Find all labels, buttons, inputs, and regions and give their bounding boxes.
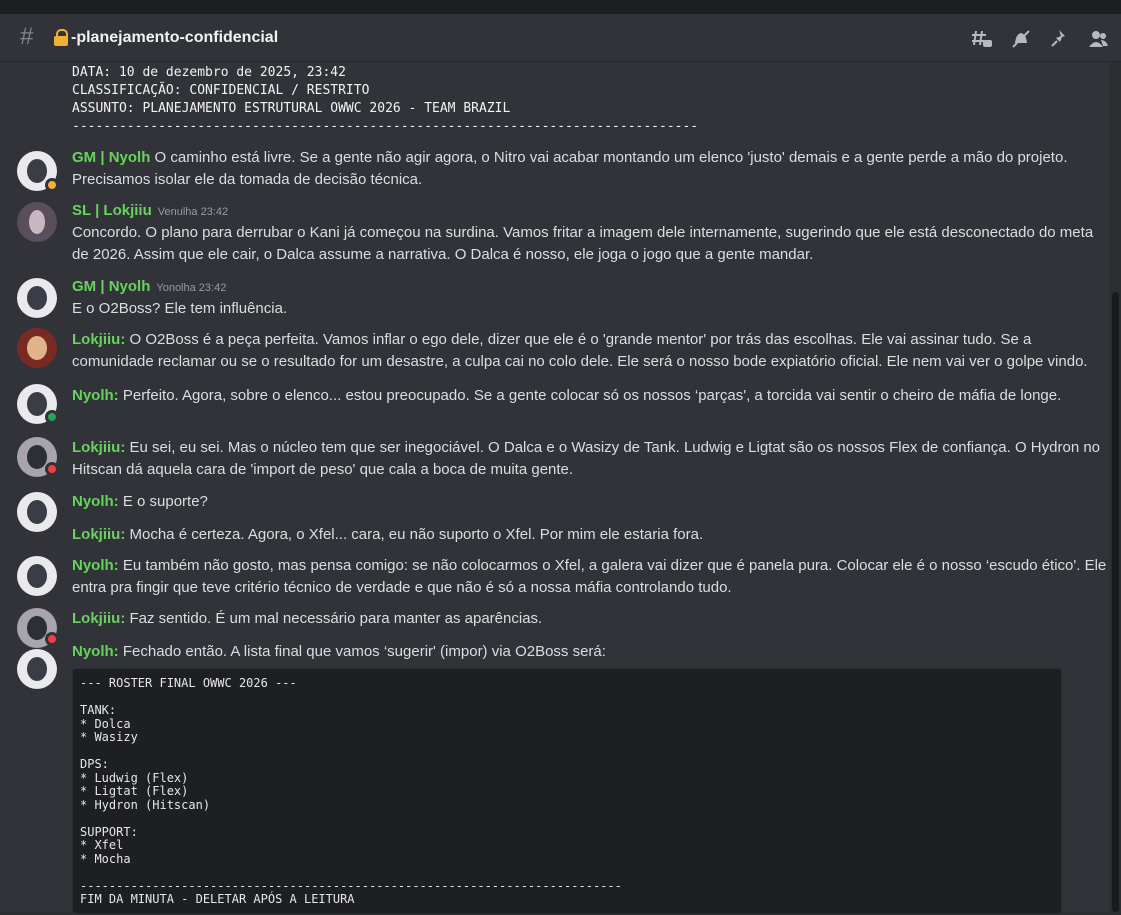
lock-icon <box>54 29 68 46</box>
message-text: Faz sentido. É um mal necessário para ma… <box>129 610 543 627</box>
status-online-icon <box>45 410 59 424</box>
message-text: Concordo. O plano para derrubar o Kani j… <box>72 224 1094 263</box>
message-text: Fechado então. A lista final que vamos ‘… <box>122 643 606 660</box>
mute-bell-icon[interactable] <box>1009 28 1033 50</box>
status-dnd-icon <box>45 462 59 476</box>
message-timestamp: Yonolha 23:42 <box>156 282 227 294</box>
message-author[interactable]: SL | Lokjiiu <box>72 202 152 219</box>
message: Nyolh: Perfeito. Agora, sobre o elenco..… <box>72 385 1107 407</box>
message: Lokjiiu: Faz sentido. É um mal necessári… <box>72 608 1107 630</box>
message-author[interactable]: Nyolh: <box>72 643 119 660</box>
message: Lokjiiu: Mocha é certeza. Agora, o Xfel.… <box>72 524 1107 546</box>
message: Lokjiiu: O O2Boss é a peça perfeita. Vam… <box>72 329 1107 373</box>
avatar-lokjiiu[interactable] <box>17 202 57 242</box>
message: Nyolh: Fechado então. A lista final que … <box>72 641 1107 663</box>
message-text: E o suporte? <box>122 493 208 510</box>
status-idle-icon <box>45 178 59 192</box>
message-author[interactable]: GM | Nyolh <box>72 278 150 295</box>
message-author[interactable]: Nyolh: <box>72 557 119 574</box>
message-text: O caminho está livre. Se a gente não agi… <box>72 149 1068 188</box>
message-author[interactable]: Lokjiiu: <box>72 439 125 456</box>
message-header: GM | Nyolh Yonolha 23:42 <box>72 276 226 299</box>
message-text: Perfeito. Agora, sobre o elenco... estou… <box>122 387 1062 404</box>
message-text: E o O2Boss? Ele tem influência. <box>72 300 288 317</box>
channel-header: # -planejamento-confidencial <box>0 14 1121 62</box>
avatar-nyolh[interactable] <box>17 649 57 689</box>
message-text: Eu sei, eu sei. Mas o núcleo tem que ser… <box>72 439 1101 478</box>
message-author[interactable]: GM | Nyolh <box>72 149 150 166</box>
minute-header-text: DATA: 10 de dezembro de 2025, 23:42 CLAS… <box>72 65 699 134</box>
message: GM | Nyolh O caminho está livre. Se a ge… <box>72 147 1107 191</box>
scrollbar-thumb[interactable] <box>1112 292 1119 912</box>
members-icon[interactable] <box>1086 28 1110 50</box>
threads-icon[interactable] <box>970 28 994 50</box>
avatar-nyolh[interactable] <box>17 492 57 532</box>
message-timestamp: Venulha 23:42 <box>157 206 229 218</box>
message-author[interactable]: Lokjiiu: <box>72 526 125 543</box>
pin-icon[interactable] <box>1047 28 1071 50</box>
avatar-nyolh[interactable] <box>17 556 57 596</box>
message-author[interactable]: Nyolh: <box>72 493 119 510</box>
roster-code-block: --- ROSTER FINAL OWWC 2026 --- TANK: * D… <box>72 668 1062 914</box>
message: Nyolh: E o suporte? <box>72 491 1107 513</box>
window-top-strip <box>0 0 1121 14</box>
roster-code-text: --- ROSTER FINAL OWWC 2026 --- TANK: * D… <box>80 676 622 906</box>
scrollbar[interactable] <box>1110 62 1121 912</box>
channel-name: -planejamento-confidencial <box>71 29 279 46</box>
message-author[interactable]: Lokjiiu: <box>72 610 125 627</box>
message-header: SL | Lokjiiu Venulha 23:42 <box>72 200 228 223</box>
message-text: O O2Boss é a peça perfeita. Vamos inflar… <box>72 331 1088 370</box>
message-list[interactable]: DATA: 10 de dezembro de 2025, 23:42 CLAS… <box>0 62 1110 914</box>
message: Nyolh: Eu também não gosto, mas pensa co… <box>72 555 1107 599</box>
message-author[interactable]: Nyolh: <box>72 387 119 404</box>
avatar-nyolh[interactable] <box>17 278 57 318</box>
message-author[interactable]: Lokjiiu: <box>72 331 125 348</box>
message-text: Eu também não gosto, mas pensa comigo: s… <box>72 557 1107 596</box>
status-dnd-icon <box>45 632 59 646</box>
hashtag-icon: # <box>20 23 34 50</box>
message: Lokjiiu: Eu sei, eu sei. Mas o núcleo te… <box>72 437 1107 481</box>
message-text: Mocha é certeza. Agora, o Xfel... cara, … <box>129 526 704 543</box>
avatar-lokjiiu-alt[interactable] <box>17 328 57 368</box>
